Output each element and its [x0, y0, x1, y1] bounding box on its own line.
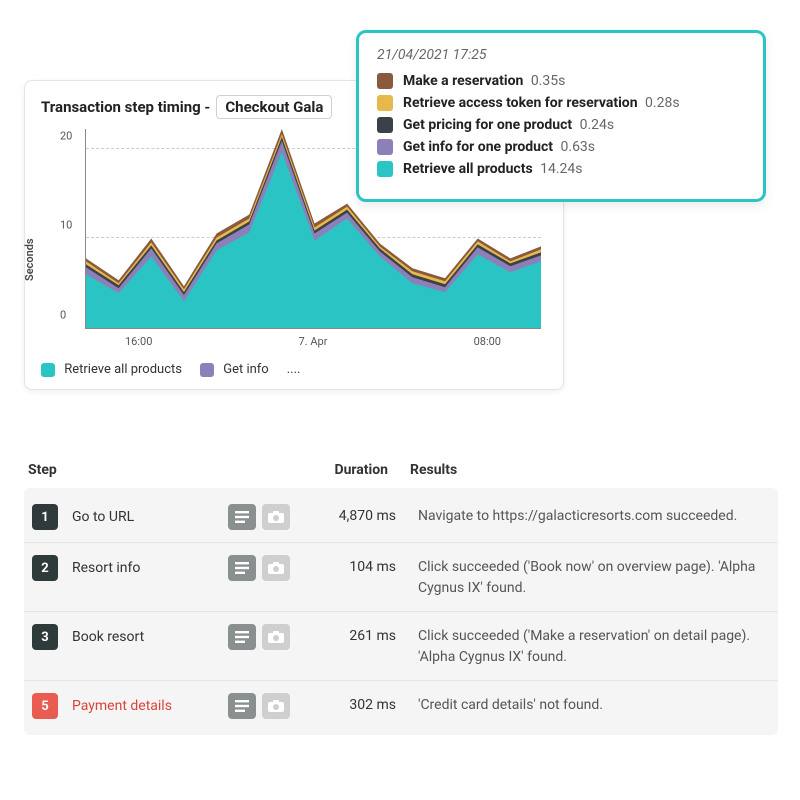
legend-item: Get info	[200, 362, 269, 377]
step-number-badge: 5	[32, 693, 58, 719]
screenshot-icon[interactable]	[262, 624, 290, 650]
screenshot-icon[interactable]	[262, 693, 290, 719]
table-row: 1 Go to URL 4,870 msNavigate to https://ga…	[24, 492, 778, 543]
tooltip-swatch	[377, 161, 393, 177]
tooltip-series-value: 0.63s	[557, 139, 595, 155]
tooltip-series-value: 0.24s	[576, 117, 614, 133]
tooltip-row: Make a reservation 0.35s	[377, 73, 745, 89]
tooltip-series-name: Get info for one product	[403, 139, 553, 155]
tooltip-swatch	[377, 73, 393, 89]
x-tick: 7. Apr	[299, 335, 328, 348]
tooltip-row: Get pricing for one product 0.24s	[377, 117, 745, 133]
results-cell: Navigate to https://galacticresorts.com …	[418, 504, 770, 527]
step-table: Step Duration Results 1 Go to URL 4,870 ms…	[24, 456, 778, 735]
header-results: Results	[410, 462, 778, 478]
tooltip-swatch	[377, 117, 393, 133]
results-cell: Click succeeded ('Book now' on overview …	[418, 555, 770, 599]
log-icon[interactable]	[228, 624, 256, 650]
duration-cell: 4,870 ms	[308, 504, 418, 524]
results-cell: Click succeeded ('Make a reservation' on…	[418, 624, 770, 668]
table-header-row: Step Duration Results	[24, 456, 778, 488]
chart-transaction-dropdown[interactable]: Checkout Gala	[216, 95, 332, 119]
step-name: Payment details	[72, 698, 172, 714]
tooltip-row: Retrieve access token for reservation 0.…	[377, 95, 745, 111]
tooltip-series-value: 0.28s	[642, 95, 680, 111]
step-name: Go to URL	[72, 509, 134, 525]
step-number-badge: 1	[32, 504, 58, 530]
tooltip-series-name: Get pricing for one product	[403, 117, 572, 133]
legend-label: Retrieve all products	[64, 362, 182, 377]
screenshot-icon[interactable]	[262, 555, 290, 581]
duration-cell: 261 ms	[308, 624, 418, 644]
x-axis-ticks: 16:00 7. Apr 08:00	[85, 335, 541, 348]
tooltip-series-name: Make a reservation	[403, 73, 523, 89]
results-cell: 'Credit card details' not found.	[418, 693, 770, 716]
tooltip-series-name: Retrieve all products	[403, 161, 533, 177]
legend-ellipsis: ....	[287, 362, 301, 377]
tooltip-swatch	[377, 139, 393, 155]
table-row: 5 Payment details 302 ms'Credit card detai…	[24, 681, 778, 731]
log-icon[interactable]	[228, 504, 256, 530]
chart-legend: Retrieve all products Get info ....	[41, 362, 547, 377]
step-number-badge: 2	[32, 555, 58, 581]
table-row: 3 Book resort 261 msClick succeeded ('Make…	[24, 612, 778, 681]
x-tick: 08:00	[474, 335, 501, 348]
legend-swatch	[200, 363, 214, 377]
step-number-badge: 3	[32, 624, 58, 650]
tooltip-timestamp: 21/04/2021 17:25	[377, 47, 745, 63]
tooltip-series-name: Retrieve access token for reservation	[403, 95, 638, 111]
x-tick: 16:00	[125, 335, 152, 348]
tooltip-row: Retrieve all products 14.24s	[377, 161, 745, 177]
log-icon[interactable]	[228, 693, 256, 719]
header-duration: Duration	[300, 462, 410, 478]
y-tick: 10	[60, 219, 72, 232]
table-body: 1 Go to URL 4,870 msNavigate to https://ga…	[24, 488, 778, 735]
tooltip-row: Get info for one product 0.63s	[377, 139, 745, 155]
step-name: Resort info	[72, 560, 140, 576]
chart-title-prefix: Transaction step timing -	[41, 98, 210, 116]
legend-item: Retrieve all products	[41, 362, 182, 377]
step-name: Book resort	[72, 629, 144, 645]
duration-cell: 104 ms	[308, 555, 418, 575]
log-icon[interactable]	[228, 555, 256, 581]
y-axis-label: Seconds	[23, 238, 36, 281]
screenshot-icon[interactable]	[262, 504, 290, 530]
chart-tooltip: 21/04/2021 17:25 Make a reservation 0.35…	[356, 30, 766, 202]
duration-cell: 302 ms	[308, 693, 418, 713]
tooltip-swatch	[377, 95, 393, 111]
tooltip-series-value: 14.24s	[537, 161, 583, 177]
legend-swatch	[41, 363, 55, 377]
y-tick: 20	[60, 129, 72, 142]
tooltip-series-value: 0.35s	[527, 73, 565, 89]
table-row: 2 Resort info 104 msClick succeeded ('Book…	[24, 543, 778, 612]
legend-label: Get info	[223, 362, 269, 377]
header-step: Step	[24, 462, 220, 478]
y-tick: 0	[60, 309, 66, 322]
